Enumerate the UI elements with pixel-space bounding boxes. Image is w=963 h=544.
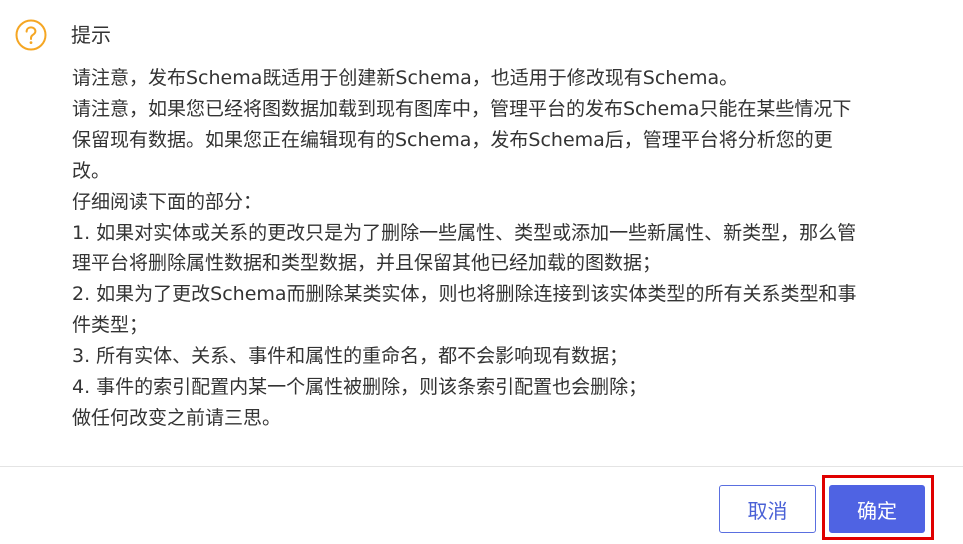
message-line: 3. 所有实体、关系、事件和属性的重命名，都不会影响现有数据； bbox=[72, 345, 629, 368]
confirm-dialog: 提示 请注意，发布Schema既适用于创建新Schema，也适用于修改现有Sch… bbox=[0, 0, 963, 544]
dialog-message: 请注意，发布Schema既适用于创建新Schema，也适用于修改现有Schema… bbox=[72, 63, 932, 434]
message-line: 1. 如果对实体或关系的更改只是为了删除一些属性、类型或添加一些新属性、新类型，… bbox=[72, 221, 857, 244]
message-line: 保留现有数据。如果您正在编辑现有的Schema，发布Schema后，管理平台将分… bbox=[72, 128, 833, 151]
confirm-button[interactable]: 确定 bbox=[829, 485, 925, 533]
message-line: 仔细阅读下面的部分： bbox=[72, 190, 263, 213]
message-line: 4. 事件的索引配置内某一个属性被删除，则该条索引配置也会删除； bbox=[72, 376, 648, 399]
dialog-header: 提示 bbox=[14, 18, 111, 52]
message-line: 件类型； bbox=[72, 314, 149, 337]
message-line: 2. 如果为了更改Schema而删除某类实体，则也将删除连接到该实体类型的所有关… bbox=[72, 283, 857, 306]
message-line: 请注意，如果您已经将图数据加载到现有图库中，管理平台的发布Schema只能在某些… bbox=[72, 97, 852, 120]
message-line: 请注意，发布Schema既适用于创建新Schema，也适用于修改现有Schema… bbox=[72, 67, 739, 89]
message-line: 理平台将删除属性数据和类型数据，并且保留其他已经加载的图数据； bbox=[72, 252, 662, 275]
dialog-title: 提示 bbox=[71, 23, 111, 47]
question-warning-icon bbox=[14, 18, 48, 52]
cancel-button[interactable]: 取消 bbox=[719, 485, 816, 533]
message-line: 改。 bbox=[72, 159, 111, 182]
message-line: 做任何改变之前请三思。 bbox=[72, 406, 282, 429]
footer-divider bbox=[0, 466, 963, 467]
